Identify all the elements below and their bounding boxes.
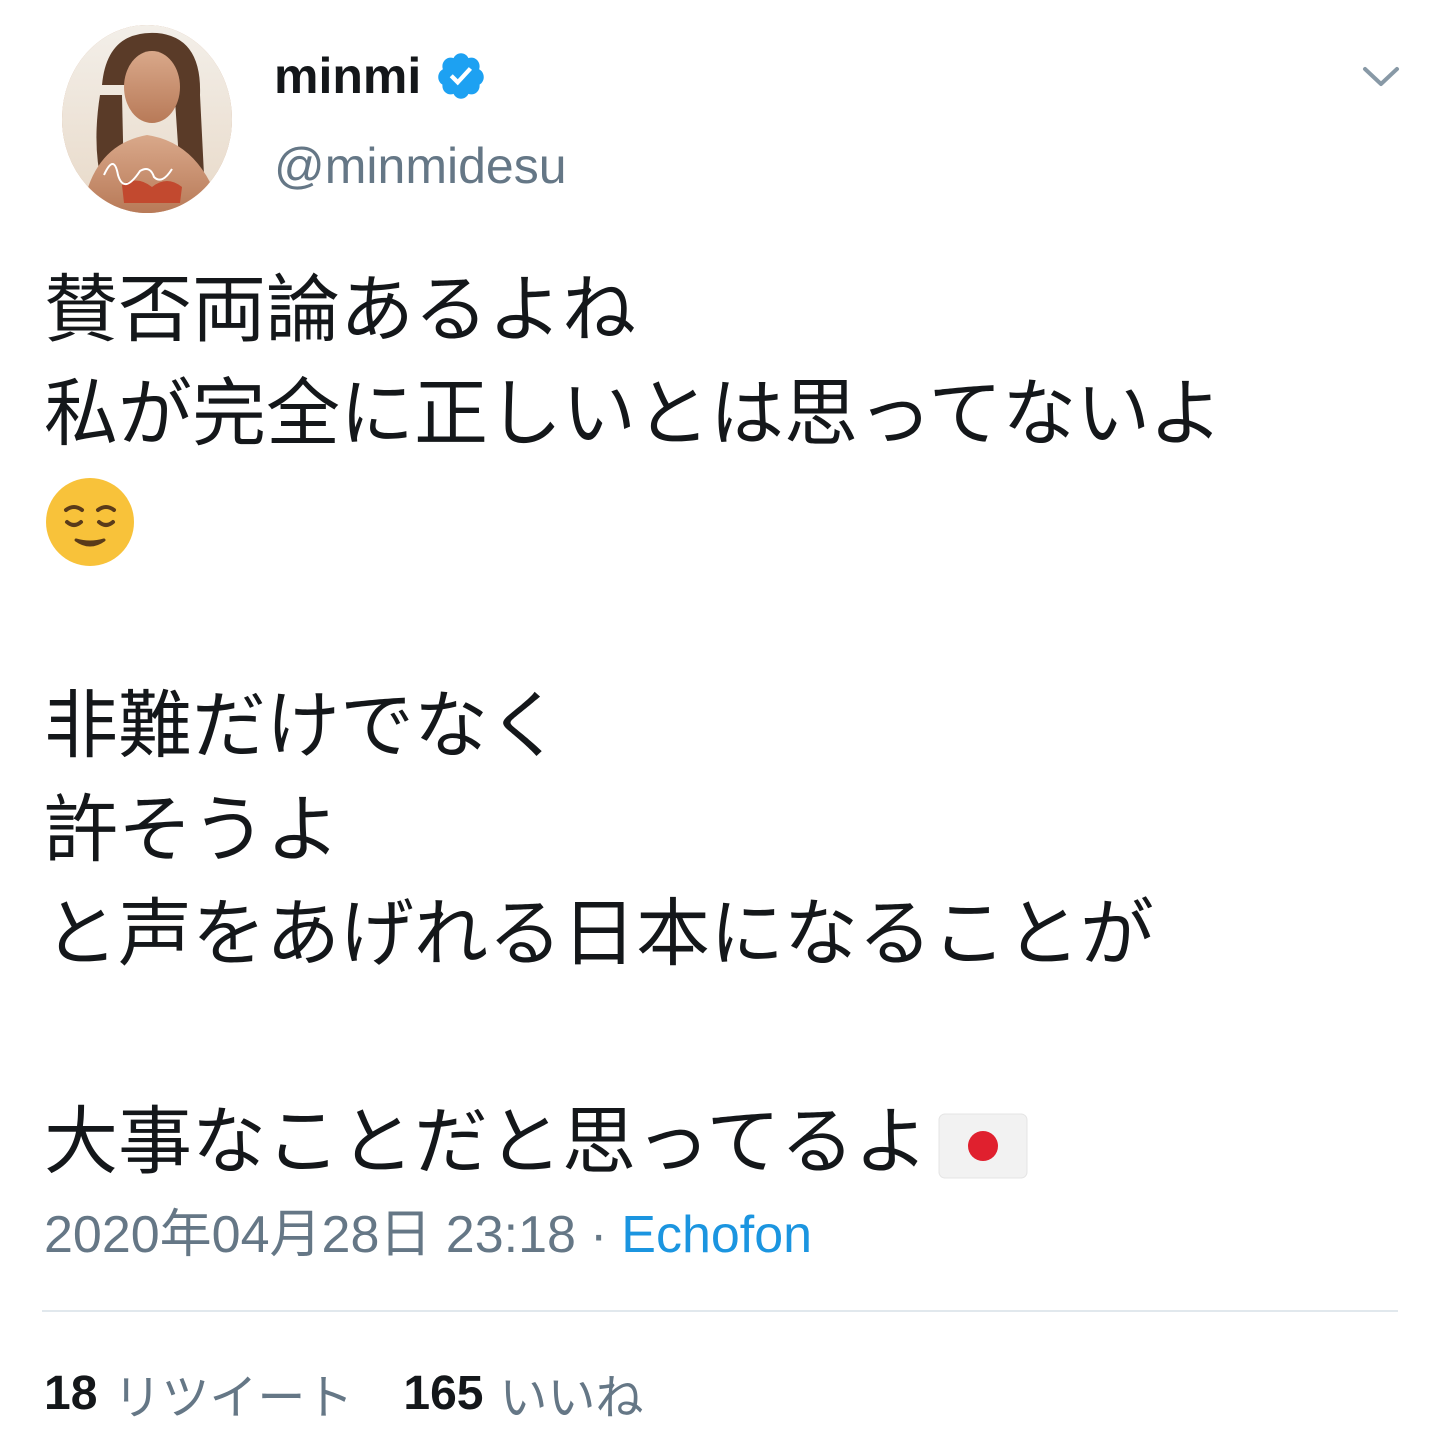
relieved-face-emoji-icon	[46, 478, 134, 567]
japan-flag-icon	[938, 1113, 1028, 1179]
like-label: いいね	[499, 1370, 644, 1426]
retweets-stat[interactable]: 18 リツイート	[44, 1358, 353, 1428]
client-link[interactable]: Echofon	[621, 1206, 812, 1264]
author-name-row[interactable]: minmi	[274, 44, 487, 108]
chevron-down-icon	[1363, 67, 1399, 86]
tweet-line: 許そうよ	[44, 787, 340, 873]
tweet-line	[44, 466, 1404, 570]
like-count: 165	[403, 1366, 484, 1420]
meta-separator: ·	[589, 1206, 608, 1264]
tweet-card: minmi @minmidesu 賛否両論あるよね 私が完全に正しいとは思ってな…	[0, 0, 1440, 1450]
verified-badge-icon	[438, 53, 484, 99]
timestamp[interactable]: 2020年04月28日 23:18	[44, 1206, 576, 1264]
tweet-text: 賛否両論あるよね 私が完全に正しいとは思ってないよ 非難だけでなく 許そうよ と…	[44, 258, 1404, 1194]
tweet-menu-button[interactable]	[1352, 52, 1410, 102]
retweet-label: リツイート	[113, 1370, 354, 1426]
retweet-count: 18	[44, 1366, 98, 1420]
tweet-stats: 18 リツイート 165 いいね	[44, 1358, 644, 1428]
tweet-line: 非難だけでなく	[44, 683, 562, 769]
tweet-line: 賛否両論あるよね	[44, 267, 636, 353]
tweet-line: と声をあげれる日本になることが	[44, 891, 1154, 977]
avatar[interactable]	[62, 25, 232, 213]
screen-name[interactable]: @minmidesu	[274, 136, 567, 196]
profile-photo	[62, 25, 232, 213]
tweet-line: 私が完全に正しいとは思ってないよ	[44, 371, 1223, 457]
tweet-meta: 2020年04月28日 23:18 · Echofon	[44, 1200, 812, 1270]
tweet-line-text: 大事なことだと思ってるよ	[44, 1099, 929, 1185]
divider	[42, 1310, 1398, 1312]
display-name[interactable]: minmi	[274, 51, 421, 101]
likes-stat[interactable]: 165 いいね	[403, 1358, 643, 1428]
tweet-line-with-flag: 大事なことだと思ってるよ	[44, 1090, 1404, 1194]
